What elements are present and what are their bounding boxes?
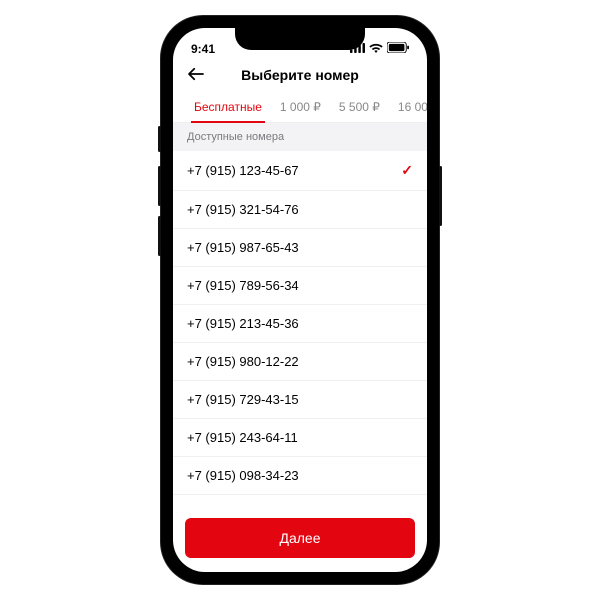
status-time: 9:41 — [191, 42, 215, 56]
page-title: Выберите номер — [187, 67, 413, 83]
number-row[interactable]: +7 (915) 234-24-34 — [173, 495, 427, 508]
phone-number: +7 (915) 729-43-15 — [187, 392, 299, 407]
header: Выберите номер — [173, 58, 427, 94]
phone-number: +7 (915) 987-65-43 — [187, 240, 299, 255]
tab-2[interactable]: 5 500 ₽ — [330, 94, 389, 122]
phone-number: +7 (915) 123-45-67 — [187, 163, 299, 178]
number-row[interactable]: +7 (915) 243-64-11 — [173, 419, 427, 457]
phone-frame: 9:41 Выберите номер Бесплатные1 000 ₽5 5… — [161, 16, 439, 584]
tab-3[interactable]: 16 000 ₽ — [389, 94, 427, 122]
number-row[interactable]: +7 (915) 980-12-22 — [173, 343, 427, 381]
wifi-icon — [369, 42, 383, 56]
phone-number: +7 (915) 980-12-22 — [187, 354, 299, 369]
number-row[interactable]: +7 (915) 123-45-67 ✓ — [173, 151, 427, 191]
footer: Далее — [173, 508, 427, 572]
number-row[interactable]: +7 (915) 098-34-23 — [173, 457, 427, 495]
number-row[interactable]: +7 (915) 987-65-43 — [173, 229, 427, 267]
number-row[interactable]: +7 (915) 213-45-36 — [173, 305, 427, 343]
next-button[interactable]: Далее — [185, 518, 415, 558]
number-row[interactable]: +7 (915) 729-43-15 — [173, 381, 427, 419]
number-row[interactable]: +7 (915) 321-54-76 — [173, 191, 427, 229]
phone-number: +7 (915) 243-64-11 — [187, 430, 298, 445]
screen: 9:41 Выберите номер Бесплатные1 000 ₽5 5… — [173, 28, 427, 572]
notch — [235, 28, 365, 50]
phone-number: +7 (915) 098-34-23 — [187, 468, 299, 483]
battery-icon — [387, 42, 409, 56]
phone-number: +7 (915) 789-56-34 — [187, 278, 299, 293]
section-label: Доступные номера — [173, 123, 427, 151]
tab-1[interactable]: 1 000 ₽ — [271, 94, 330, 122]
phone-number: +7 (915) 213-45-36 — [187, 316, 299, 331]
numbers-list[interactable]: +7 (915) 123-45-67 ✓ +7 (915) 321-54-76 +7 … — [173, 151, 427, 508]
number-row[interactable]: +7 (915) 789-56-34 — [173, 267, 427, 305]
phone-number: +7 (915) 321-54-76 — [187, 202, 299, 217]
price-tabs: Бесплатные1 000 ₽5 500 ₽16 000 ₽ — [173, 94, 427, 123]
check-icon: ✓ — [401, 162, 413, 179]
tab-0[interactable]: Бесплатные — [185, 94, 271, 122]
